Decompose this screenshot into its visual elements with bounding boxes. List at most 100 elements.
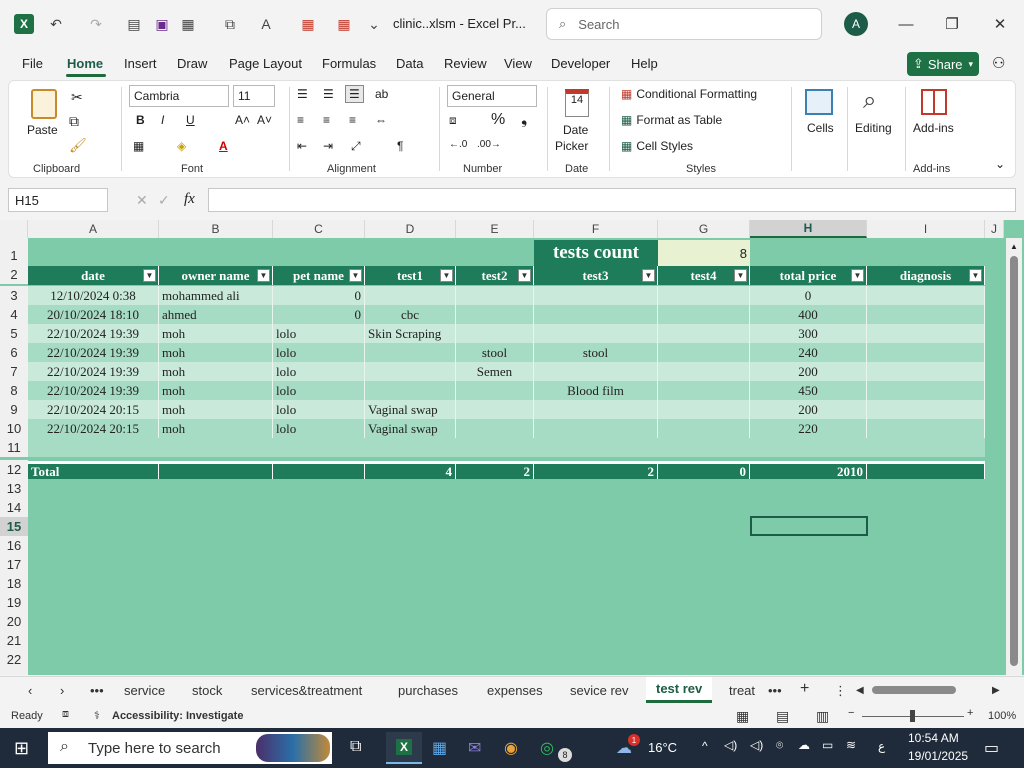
cell-test3[interactable]: [534, 286, 658, 305]
align-right-icon[interactable]: ≡: [349, 113, 356, 127]
battery-icon[interactable]: ▭: [822, 738, 833, 752]
editing-button[interactable]: Editing: [855, 121, 892, 135]
text-box-icon[interactable]: A: [256, 14, 276, 34]
more-tabs-icon[interactable]: •••: [768, 683, 782, 698]
cell-test4[interactable]: [658, 286, 750, 305]
filter-dropdown-icon[interactable]: ▼: [349, 269, 362, 282]
customize-qat-icon[interactable]: ⌄: [364, 14, 384, 34]
row-header[interactable]: 3: [0, 286, 28, 305]
header-test4[interactable]: test4 ▼: [658, 266, 750, 285]
volume-icon[interactable]: ◁): [724, 738, 737, 752]
chrome-icon[interactable]: ◉: [504, 738, 518, 758]
add-ins-icon[interactable]: [921, 89, 947, 115]
tests-count-label[interactable]: tests count: [534, 240, 658, 266]
total-total-price[interactable]: 2010: [750, 461, 867, 479]
tab-insert[interactable]: Insert: [124, 56, 157, 71]
font-name-select[interactable]: Cambria: [129, 85, 229, 107]
orientation-icon[interactable]: ⤢: [351, 139, 361, 154]
accessibility-icon[interactable]: ⚕: [94, 709, 100, 722]
filter-dropdown-icon[interactable]: ▼: [440, 269, 453, 282]
tab-formulas[interactable]: Formulas: [322, 56, 376, 71]
cell-owner-name[interactable]: moh: [159, 343, 273, 362]
notifications-icon[interactable]: ▭: [984, 738, 999, 758]
normal-view-icon[interactable]: ▦: [736, 708, 749, 725]
cell-test1[interactable]: Vaginal swap: [365, 400, 456, 419]
cell-date[interactable]: 22/10/2024 19:39: [28, 362, 159, 381]
cell-test1[interactable]: [365, 343, 456, 362]
calendar-icon[interactable]: ▦: [298, 14, 318, 34]
header-date[interactable]: date ▼: [28, 266, 159, 285]
row-header[interactable]: 20: [0, 612, 28, 631]
header-test2[interactable]: test2 ▼: [456, 266, 534, 285]
cell-pet-name[interactable]: lolo: [273, 324, 365, 343]
sheet-tab-stock[interactable]: stock: [192, 683, 222, 698]
form-icon[interactable]: ▤: [124, 14, 144, 34]
cell-pet-name[interactable]: lolo: [273, 362, 365, 381]
row-header[interactable]: 19: [0, 593, 28, 612]
cell-owner-name[interactable]: ahmed: [159, 305, 273, 324]
cell-test2[interactable]: [456, 400, 534, 419]
font-color-icon[interactable]: A: [219, 139, 228, 153]
total-label[interactable]: Total: [28, 461, 159, 479]
cell-test4[interactable]: [658, 343, 750, 362]
cell-owner-name[interactable]: moh: [159, 400, 273, 419]
cell-diagnosis[interactable]: [867, 343, 985, 362]
cell-test1[interactable]: [365, 286, 456, 305]
cell-date[interactable]: 22/10/2024 20:15: [28, 400, 159, 419]
cell-total-price[interactable]: 240: [750, 343, 867, 362]
bold-icon[interactable]: B: [136, 113, 145, 127]
cell-owner-name[interactable]: moh: [159, 419, 273, 438]
vertical-scrollbar[interactable]: ▲: [1006, 238, 1022, 675]
cell-test3[interactable]: [534, 419, 658, 438]
header-total-price[interactable]: total price ▼: [750, 266, 867, 285]
percent-icon[interactable]: %: [491, 111, 505, 129]
cell-test2[interactable]: stool: [456, 343, 534, 362]
cell-date[interactable]: 22/10/2024 19:39: [28, 381, 159, 400]
paste-icon[interactable]: [31, 89, 57, 119]
total-test3[interactable]: 2: [534, 461, 658, 479]
align-bottom-icon[interactable]: ☰: [345, 85, 364, 103]
column-header[interactable]: D: [365, 220, 456, 238]
header-owner-name[interactable]: owner name ▼: [159, 266, 273, 285]
column-header[interactable]: G: [658, 220, 750, 238]
cell-test4[interactable]: [658, 324, 750, 343]
cells-icon[interactable]: [805, 89, 833, 115]
text-direction-icon[interactable]: ¶: [397, 139, 403, 153]
filter-dropdown-icon[interactable]: ▼: [518, 269, 531, 282]
total-test1[interactable]: 4: [365, 461, 456, 479]
cell-test2[interactable]: [456, 381, 534, 400]
cell-owner-name[interactable]: mohammed ali: [159, 286, 273, 305]
store-icon[interactable]: ▦: [432, 738, 447, 758]
whatsapp-icon[interactable]: ◎: [540, 738, 554, 758]
align-middle-icon[interactable]: ☰: [323, 87, 334, 101]
accessibility-status[interactable]: Accessibility: Investigate: [112, 710, 243, 722]
windows-start-icon[interactable]: ⊞: [14, 738, 29, 759]
decrease-decimal-icon[interactable]: .00→: [477, 139, 501, 150]
scrollbar-thumb[interactable]: [1010, 256, 1018, 666]
zoom-in-icon[interactable]: +: [967, 707, 973, 719]
cell-test1[interactable]: [365, 362, 456, 381]
cell-pet-name[interactable]: lolo: [273, 419, 365, 438]
sheet-tab-sevice-rev[interactable]: sevice rev: [570, 683, 629, 698]
cell-total-price[interactable]: 220: [750, 419, 867, 438]
close-icon[interactable]: ✕: [988, 12, 1012, 36]
search-box[interactable]: ⌕ Search: [546, 8, 822, 40]
row-header[interactable]: 2: [0, 265, 28, 284]
cut-icon[interactable]: ✂: [71, 89, 83, 106]
conditional-formatting-button[interactable]: ▦ Conditional Formatting: [621, 87, 757, 101]
cell-diagnosis[interactable]: [867, 419, 985, 438]
column-header[interactable]: E: [456, 220, 534, 238]
select-all-corner[interactable]: [0, 220, 28, 238]
cell-test3[interactable]: [534, 400, 658, 419]
total-test4[interactable]: 0: [658, 461, 750, 479]
cell-test2[interactable]: [456, 305, 534, 324]
filter-dropdown-icon[interactable]: ▼: [143, 269, 156, 282]
coauthor-icon[interactable]: ⚇: [992, 54, 1005, 72]
tab-draw[interactable]: Draw: [177, 56, 207, 71]
enter-icon[interactable]: ✓: [158, 192, 170, 209]
row-header-selected[interactable]: 15: [0, 517, 28, 536]
row-header[interactable]: 8: [0, 381, 28, 400]
tab-review[interactable]: Review: [444, 56, 487, 71]
row-header[interactable]: 21: [0, 631, 28, 650]
editing-icon[interactable]: ⌕: [863, 87, 876, 115]
